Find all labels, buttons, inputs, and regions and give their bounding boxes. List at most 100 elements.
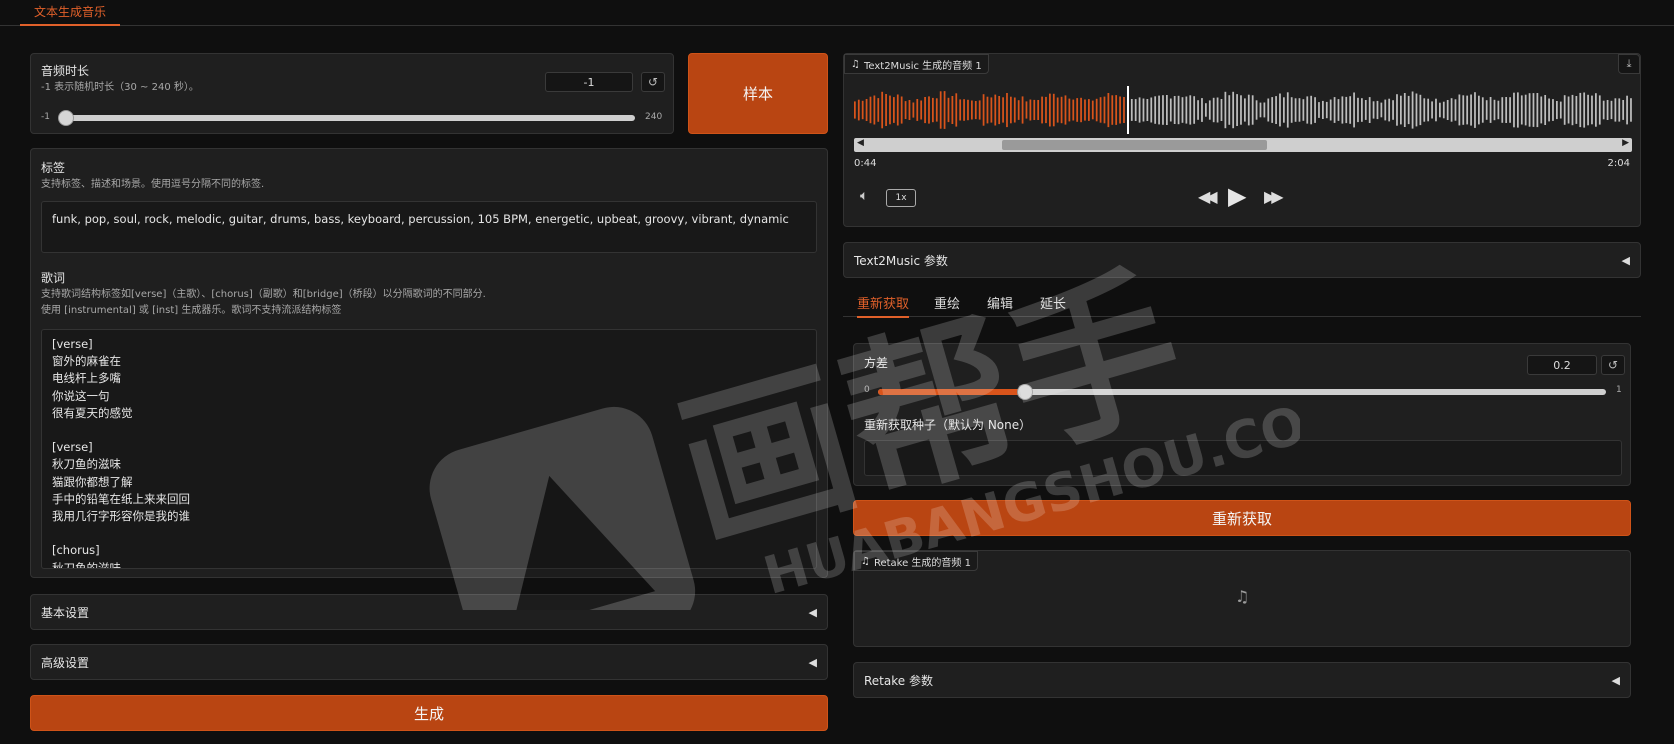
waveform-bar [1263, 102, 1266, 118]
retake-button[interactable]: 重新获取 [853, 500, 1631, 536]
duration-input[interactable]: -1 [545, 72, 633, 92]
retake-seed-input[interactable] [864, 440, 1622, 476]
waveform-bar [1056, 97, 1059, 123]
volume-icon[interactable]: 🔈︎ [860, 188, 868, 204]
duration-slider-thumb[interactable] [58, 110, 74, 126]
waveform-bar [1240, 95, 1242, 125]
waveform-bar [1372, 101, 1375, 119]
waveform-bar [1614, 98, 1617, 122]
waveform-bar [1583, 92, 1586, 128]
waveform-bar [1197, 100, 1199, 120]
tab-edit[interactable]: 编辑 [987, 293, 1013, 312]
waveform-bar [1333, 97, 1336, 123]
sample-button[interactable]: 样本 [688, 53, 828, 134]
lyrics-line [52, 422, 806, 439]
waveform-bar [1080, 97, 1082, 123]
waveform-bar [1045, 96, 1047, 124]
waveform-bar [1466, 95, 1469, 125]
waveform-bar [924, 97, 926, 124]
waveform-bar [1626, 95, 1628, 125]
playhead-cursor[interactable] [1127, 86, 1129, 134]
waveform-bar [1552, 99, 1554, 121]
play-icon[interactable]: ▶ [1228, 182, 1246, 210]
variance-input[interactable]: 0.2 [1527, 355, 1597, 375]
tags-lyrics-panel: 标签 支持标签、描述和场景。使用逗号分隔不同的标签. funk, pop, so… [30, 148, 828, 578]
download-button[interactable]: ⤓ [1618, 54, 1640, 74]
waveform-bar [1481, 97, 1484, 123]
lyrics-input[interactable]: [verse] 窗外的麻雀在 电线杆上多嘴 你说这一句 很有夏天的感觉 [ver… [41, 329, 817, 569]
retake-panel: 方差 0.2 ↺ 0 1 重新获取种子（默认为 None） [853, 343, 1631, 486]
playback-speed-button[interactable]: 1x [886, 189, 916, 207]
waveform-bar [1212, 97, 1215, 123]
waveform-bar [1302, 99, 1305, 121]
waveform-scrollbar[interactable]: ◀ ▶ [854, 138, 1632, 152]
tab-text2music[interactable]: 文本生成音乐 [20, 0, 121, 26]
text2music-params-accordion[interactable]: Text2Music 参数 ◀ [843, 242, 1641, 278]
rewind-icon[interactable]: ◀◀ [1198, 187, 1217, 206]
lyrics-line: 电线杆上多嘴 [52, 371, 121, 386]
variance-slider-thumb[interactable] [1017, 384, 1033, 400]
waveform-bar [1275, 96, 1277, 124]
waveform-bar [1049, 93, 1051, 127]
waveform-bar [935, 98, 938, 122]
duration-reset-button[interactable]: ↺ [641, 72, 665, 92]
waveform-bar [1318, 102, 1320, 118]
waveform-bar [967, 99, 969, 121]
waveform-bar [1579, 92, 1582, 128]
scrollbar-thumb[interactable] [1002, 140, 1267, 150]
waveform-bar [1052, 93, 1055, 127]
waveform-bar [912, 102, 915, 118]
waveform-bar [939, 91, 942, 129]
basic-settings-accordion[interactable]: 基本设置 ◀ [30, 594, 828, 630]
tab-repaint[interactable]: 重绘 [934, 293, 960, 312]
waveform-bar [1216, 97, 1219, 123]
lyrics-line: 窗外的麻雀在 [52, 354, 121, 369]
waveform-bar [1150, 97, 1153, 123]
waveform-bar [1431, 101, 1433, 119]
waveform-bar [1470, 94, 1472, 126]
generate-button[interactable]: 生成 [30, 695, 828, 731]
scroll-right-icon[interactable]: ▶ [1622, 138, 1629, 148]
tab-retake[interactable]: 重新获取 [857, 293, 910, 318]
scroll-left-icon[interactable]: ◀ [857, 138, 864, 148]
waveform-bar [1271, 97, 1274, 123]
waveform-bar [1559, 101, 1562, 119]
waveform[interactable] [854, 86, 1634, 134]
tags-input[interactable]: funk, pop, soul, rock, melodic, guitar, … [41, 201, 817, 253]
waveform-bar [1076, 98, 1079, 122]
duration-max-label: 240 [645, 112, 663, 122]
variance-max-label: 1 [1616, 385, 1622, 395]
waveform-bar [1146, 99, 1149, 121]
waveform-bar [1037, 100, 1040, 120]
waveform-bar [1478, 95, 1480, 125]
waveform-bar [1306, 96, 1309, 124]
retake-params-accordion[interactable]: Retake 参数 ◀ [853, 662, 1631, 698]
waveform-bar [1337, 99, 1340, 121]
waveform-bar [1446, 100, 1449, 120]
lyrics-line: 你说这一句 [52, 388, 110, 403]
waveform-bar [1536, 93, 1539, 128]
waveform-bar [1232, 91, 1235, 129]
variance-reset-button[interactable]: ↺ [1601, 355, 1625, 375]
duration-slider-track[interactable] [63, 115, 635, 121]
waveform-bar [932, 97, 934, 123]
waveform-bar [1528, 93, 1531, 127]
waveform-bar [1123, 97, 1125, 123]
fast-forward-icon[interactable]: ▶▶ [1264, 187, 1283, 206]
waveform-bar [904, 101, 907, 119]
waveform-bar [1563, 95, 1566, 125]
waveform-bar [1064, 95, 1067, 125]
waveform-bar [1598, 95, 1601, 125]
waveform-bar [1279, 93, 1281, 127]
app-tabbar: 文本生成音乐 [0, 0, 1674, 26]
variance-min-label: 0 [864, 385, 870, 395]
waveform-bar [1544, 95, 1547, 125]
waveform-bar [1138, 97, 1141, 123]
waveform-bar [877, 98, 880, 122]
lyrics-title: 歌词 [41, 271, 66, 285]
waveform-bar [1325, 101, 1328, 119]
advanced-settings-accordion[interactable]: 高级设置 ◀ [30, 644, 828, 680]
waveform-bar [1548, 98, 1550, 122]
waveform-bar [1587, 94, 1589, 126]
tab-extend[interactable]: 延长 [1040, 293, 1066, 312]
